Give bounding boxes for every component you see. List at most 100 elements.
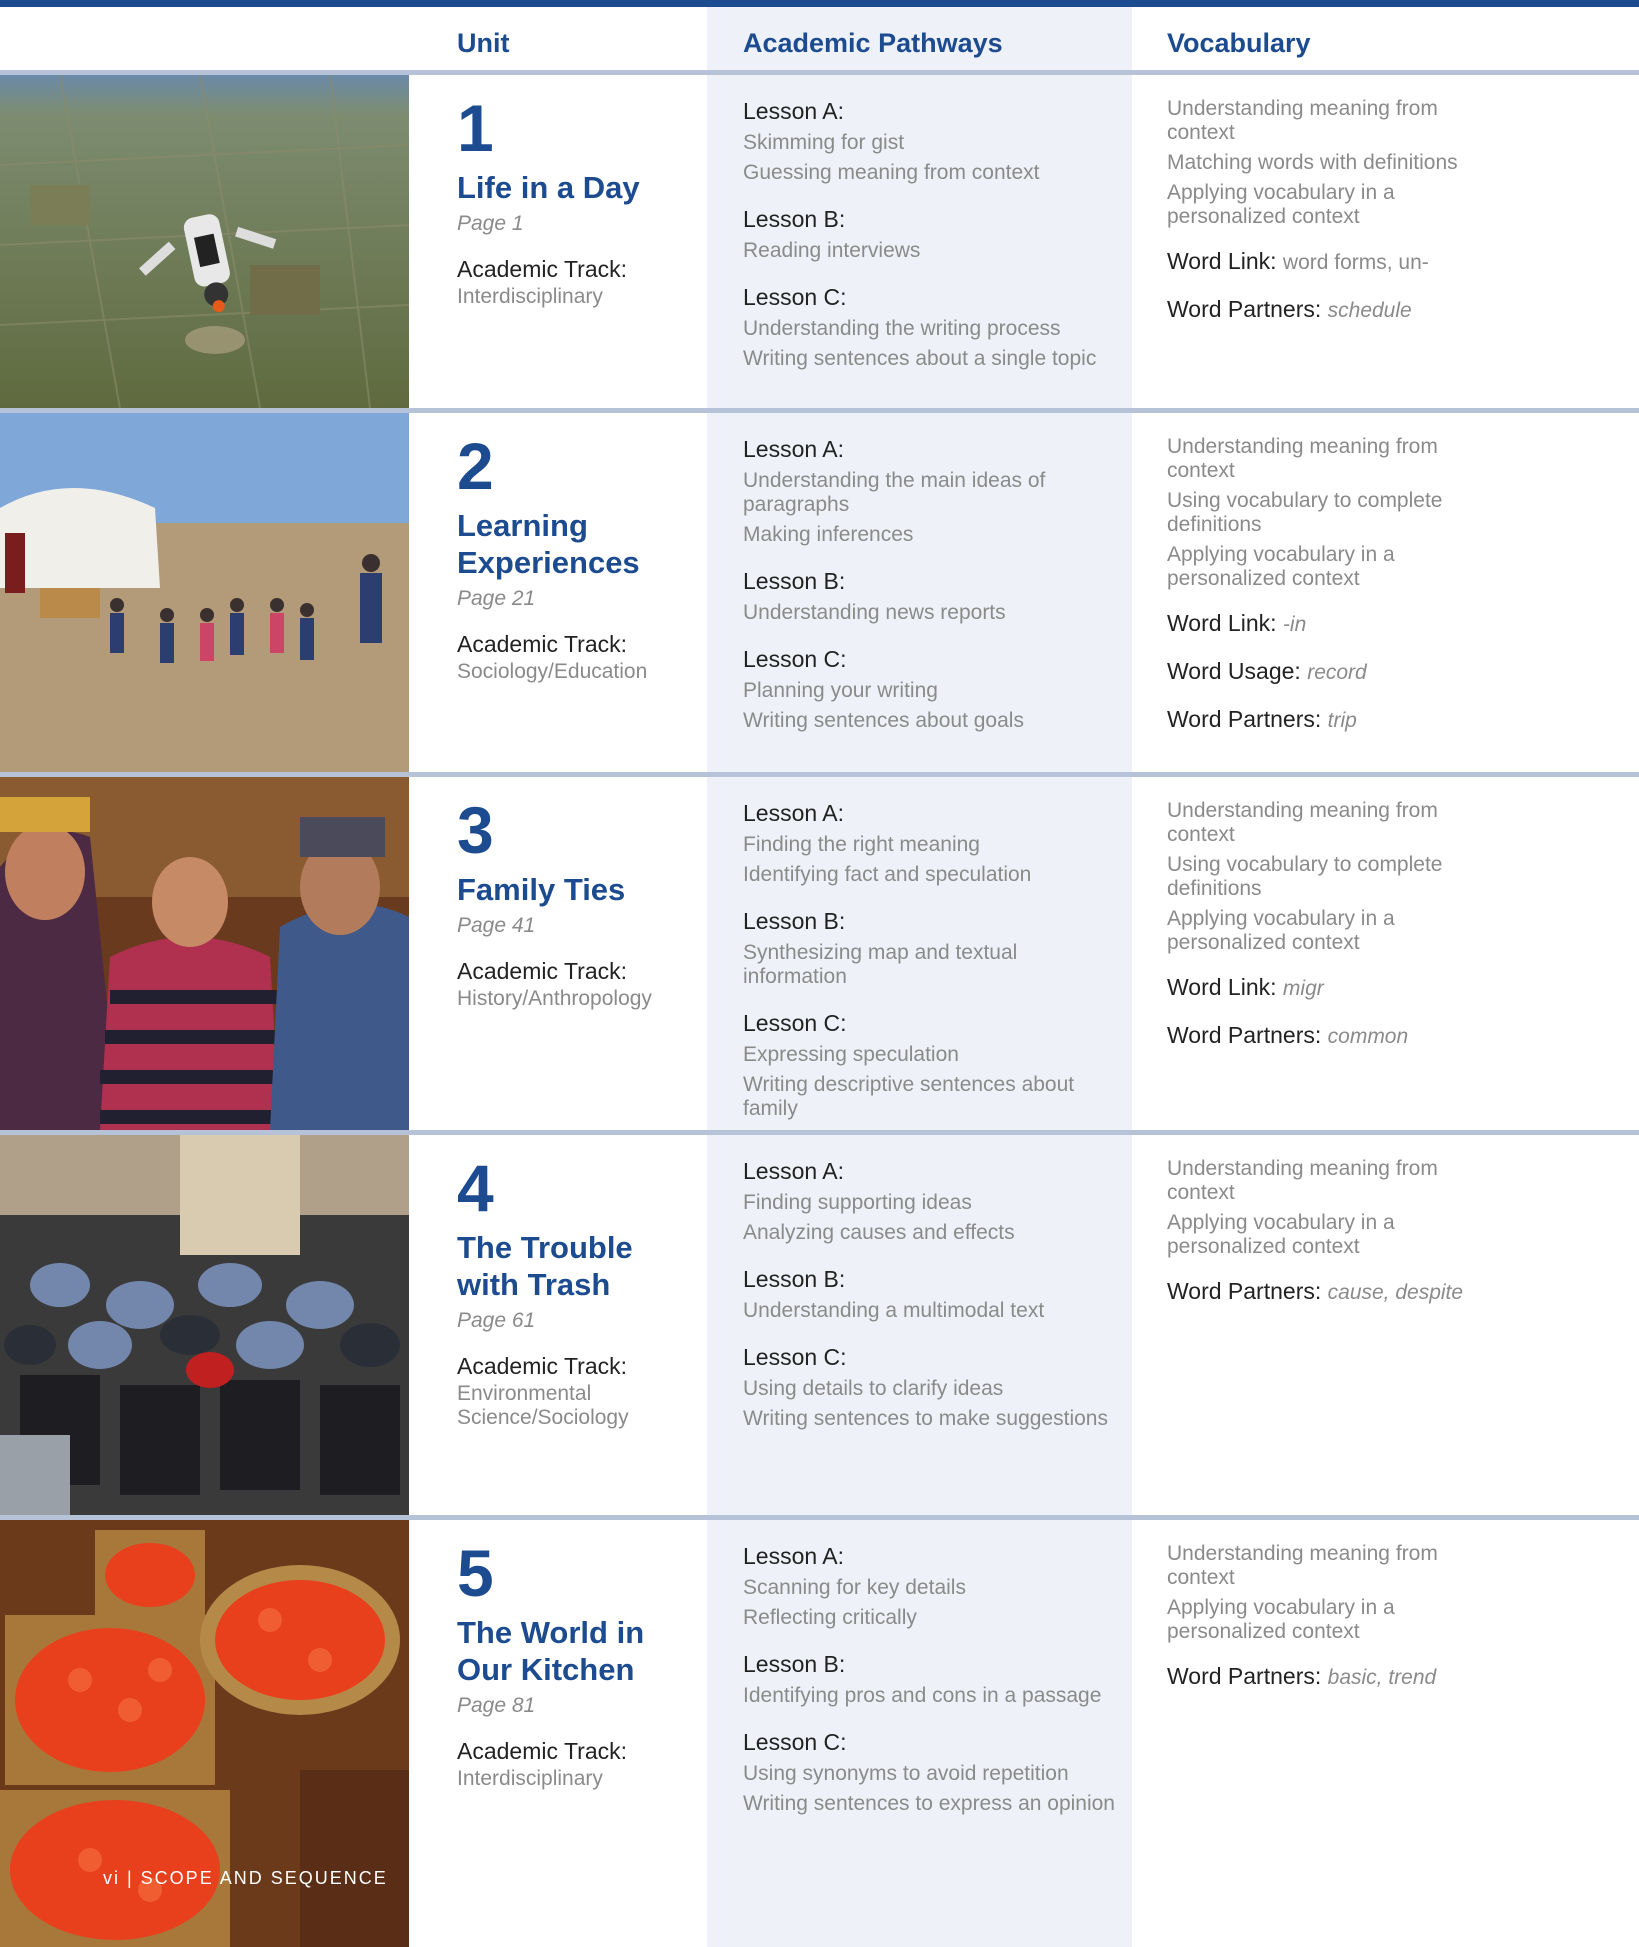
vocab-link-label: Word Partners: — [1167, 1663, 1328, 1689]
unit-title[interactable]: Learning Experiences — [457, 507, 697, 581]
academic-pathways: Lesson A: Finding the right meaning Identi… — [743, 777, 1123, 1121]
column-header-unit: Unit — [457, 28, 510, 58]
unit-number: 5 — [457, 1536, 494, 1610]
unit-title[interactable]: Life in a Day — [457, 169, 697, 206]
vocab-link-value: word forms, un- — [1282, 251, 1429, 274]
academic-track-value: Sociology/Education — [457, 660, 648, 683]
lesson-skill: Synthesizing map and textual information — [743, 941, 1018, 988]
vocabulary: Understanding meaning from context Matchi… — [1167, 75, 1497, 325]
lesson-label: Lesson A: — [743, 1158, 845, 1184]
unit-page-ref: Page 21 — [457, 587, 536, 610]
vocab-skill: Using vocabulary to complete definitions — [1167, 489, 1443, 536]
vocab-skill: Understanding meaning from context — [1167, 97, 1438, 144]
lesson-skill: Finding supporting ideas — [743, 1191, 972, 1214]
vocab-skill: Applying vocabulary in a personalized co… — [1167, 543, 1395, 590]
vocab-skill: Applying vocabulary in a personalized co… — [1167, 181, 1395, 228]
lesson-label: Lesson B: — [743, 1651, 846, 1677]
lesson-skill: Writing sentences to express an opinion — [743, 1792, 1115, 1815]
academic-pathways: Lesson A: Scanning for key details Reflect… — [743, 1520, 1123, 1816]
vocab-skill: Understanding meaning from context — [1167, 1542, 1438, 1589]
lesson-label: Lesson A: — [743, 800, 845, 826]
vocab-link: Word Link: migr — [1167, 973, 1497, 1003]
academic-pathways: Lesson A: Skimming for gist Guessing meani… — [743, 75, 1123, 371]
unit-page-ref: Page 81 — [457, 1694, 536, 1717]
lesson-skill: Planning your writing — [743, 679, 938, 702]
unit-title[interactable]: Family Ties — [457, 871, 697, 908]
vocab-link: Word Partners: trip — [1167, 705, 1497, 735]
lesson-skill: Finding the right meaning — [743, 833, 980, 856]
lesson-skill: Understanding the writing process — [743, 317, 1061, 340]
vocab-link: Word Usage: record — [1167, 657, 1497, 687]
vocab-link: Word Link: -in — [1167, 609, 1497, 639]
vocab-link-value: schedule — [1327, 299, 1412, 322]
lesson-label: Lesson A: — [743, 1543, 845, 1569]
unit-info: 3 Family Ties Page 41 Academic Track: Histor… — [457, 777, 697, 1011]
academic-track-value: Interdisciplinary — [457, 285, 603, 308]
vocabulary: Understanding meaning from context Using … — [1167, 413, 1497, 735]
lesson-label: Lesson C: — [743, 1344, 847, 1370]
vocab-link: Word Partners: common — [1167, 1021, 1497, 1051]
unit-info: 5 The World in Our Kitchen Page 81 Academic… — [457, 1520, 697, 1791]
unit-title[interactable]: The World in Our Kitchen — [457, 1614, 697, 1688]
lesson-skill: Making inferences — [743, 523, 914, 546]
column-header-vocabulary: Vocabulary — [1167, 28, 1311, 58]
vocab-link-label: Word Partners: — [1167, 706, 1328, 732]
vocab-link-value: basic, trend — [1327, 1666, 1437, 1689]
vocab-skill: Using vocabulary to complete definitions — [1167, 853, 1443, 900]
vocab-link-value: common — [1327, 1025, 1409, 1048]
vocabulary: Understanding meaning from context Applyi… — [1167, 1520, 1497, 1692]
lesson-block: Lesson A: Understanding the main ideas of… — [743, 435, 1123, 547]
vocabulary: Understanding meaning from context Applyi… — [1167, 1135, 1497, 1307]
vocab-link: Word Link: word forms, un- — [1167, 247, 1497, 277]
unit-title[interactable]: The Trouble with Trash — [457, 1229, 697, 1303]
lesson-label: Lesson A: — [743, 436, 845, 462]
unit-info: 1 Life in a Day Page 1 Academic Track: Inter… — [457, 75, 697, 309]
lesson-label: Lesson B: — [743, 568, 846, 594]
academic-track-value: Interdisciplinary — [457, 1767, 603, 1790]
unit-number: 4 — [457, 1151, 494, 1225]
lesson-skill: Understanding a multimodal text — [743, 1299, 1045, 1322]
lesson-skill: Writing sentences to make suggestions — [743, 1407, 1108, 1430]
vocab-link-label: Word Usage: — [1167, 658, 1308, 684]
top-rule — [0, 0, 1639, 7]
lesson-skill: Writing descriptive sentences about fami… — [743, 1073, 1075, 1120]
unit-row-1: 1 Life in a Day Page 1 Academic Track: Inter… — [0, 75, 1639, 408]
lesson-skill: Understanding the main ideas of paragrap… — [743, 469, 1046, 516]
column-header-academic-pathways: Academic Pathways — [743, 28, 1003, 58]
lesson-block: Lesson C: Using synonyms to avoid repetit… — [743, 1728, 1123, 1816]
yurt-children-photo — [0, 413, 409, 772]
lesson-block: Lesson B: Understanding a multimodal text — [743, 1265, 1123, 1323]
vocab-link-label: Word Partners: — [1167, 1022, 1328, 1048]
unit-row-3: 3 Family Ties Page 41 Academic Track: Histor… — [0, 777, 1639, 1130]
lesson-block: Lesson B: Synthesizing map and textual in… — [743, 907, 1123, 989]
vocab-link-label: Word Partners: — [1167, 296, 1328, 322]
vocab-link-value: cause, despite — [1327, 1281, 1464, 1304]
unit-page-ref: Page 61 — [457, 1309, 536, 1332]
vocab-link-value: migr — [1282, 977, 1324, 1000]
unit-page-ref: Page 41 — [457, 914, 536, 937]
lesson-skill: Analyzing causes and effects — [743, 1221, 1015, 1244]
vocab-link-label: Word Partners: — [1167, 1278, 1328, 1304]
lesson-skill: Using details to clarify ideas — [743, 1377, 1004, 1400]
lesson-skill: Reflecting critically — [743, 1606, 917, 1629]
lesson-skill: Using synonyms to avoid repetition — [743, 1762, 1069, 1785]
unit-number: 1 — [457, 91, 494, 165]
lesson-block: Lesson A: Skimming for gist Guessing meani… — [743, 97, 1123, 185]
lesson-skill: Identifying pros and cons in a passage — [743, 1684, 1102, 1707]
academic-pathways: Lesson A: Finding supporting ideas Analyzi… — [743, 1135, 1123, 1431]
trash-bags-photo — [0, 1135, 409, 1515]
vocab-link-value: trip — [1327, 709, 1357, 732]
lesson-skill: Skimming for gist — [743, 131, 905, 154]
vocab-skill: Understanding meaning from context — [1167, 1157, 1438, 1204]
unit-row-2: 2 Learning Experiences Page 21 Academic Tra… — [0, 413, 1639, 772]
vocab-skill: Applying vocabulary in a personalized co… — [1167, 1596, 1395, 1643]
lesson-label: Lesson C: — [743, 1010, 847, 1036]
vocab-link: Word Partners: cause, despite — [1167, 1277, 1497, 1307]
lesson-label: Lesson B: — [743, 908, 846, 934]
academic-track-label: Academic Track: — [457, 1353, 627, 1379]
lesson-skill: Writing sentences about goals — [743, 709, 1024, 732]
family-portrait-photo — [0, 777, 409, 1130]
unit-number: 3 — [457, 793, 494, 867]
lesson-block: Lesson C: Understanding the writing proce… — [743, 283, 1123, 371]
vocab-skill: Applying vocabulary in a personalized co… — [1167, 907, 1395, 954]
